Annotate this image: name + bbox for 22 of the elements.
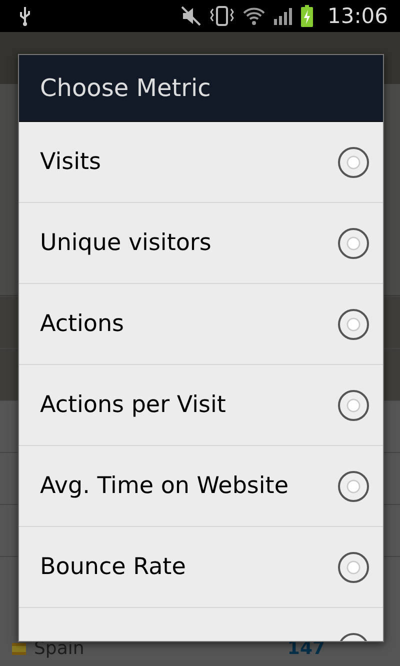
wifi-icon bbox=[243, 7, 266, 25]
radio-button[interactable] bbox=[338, 552, 369, 582]
metric-option[interactable]: Bounce Rate bbox=[19, 527, 383, 608]
metric-option[interactable]: Actions per Visit bbox=[19, 365, 383, 446]
radio-button[interactable] bbox=[338, 228, 369, 258]
radio-button[interactable] bbox=[338, 146, 369, 178]
radio-button[interactable] bbox=[338, 390, 369, 420]
metric-option[interactable]: Visits bbox=[19, 122, 383, 203]
metric-option[interactable]: Unique visitors bbox=[19, 203, 383, 284]
battery-icon bbox=[301, 5, 314, 27]
usb-icon bbox=[18, 6, 32, 26]
flag-icon bbox=[12, 643, 26, 655]
radio-button[interactable] bbox=[338, 308, 369, 340]
radio-button[interactable] bbox=[338, 470, 369, 502]
metric-option[interactable]: Actions bbox=[19, 284, 383, 365]
vibrate-icon bbox=[209, 6, 236, 26]
dialog-title: Choose Metric bbox=[40, 74, 211, 102]
signal-icon bbox=[273, 7, 294, 25]
clock-time: 13:06 bbox=[327, 4, 388, 28]
mute-icon bbox=[181, 6, 202, 26]
metric-option[interactable]: Avg. Time on Website bbox=[19, 446, 383, 527]
country-name: Spain bbox=[34, 639, 84, 659]
